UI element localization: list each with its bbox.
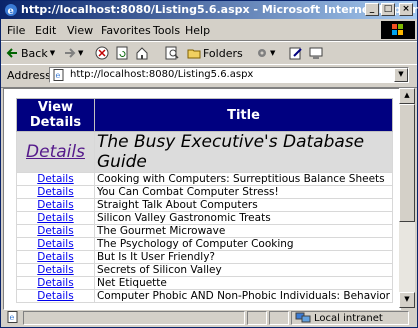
table-row: Details Net Etiquette (16, 276, 394, 290)
column-header-view-details: View Details (16, 98, 95, 132)
menu-edit[interactable]: Edit (35, 24, 56, 37)
window-title: http://localhost:8080/Listing5.6.aspx - … (21, 3, 418, 16)
edit-page-button[interactable] (289, 45, 303, 61)
forward-dropdown-icon: ▼ (78, 49, 84, 57)
tools-icon (258, 49, 266, 57)
book-title: The Gourmet Microwave (93, 224, 394, 238)
ie-logo-icon: e (5, 4, 17, 17)
address-label: Address (7, 69, 51, 82)
discuss-icon (309, 47, 323, 59)
scroll-up-button[interactable]: ▲ (399, 88, 415, 104)
forward-arrow-icon (65, 48, 76, 58)
tools-toolbar-button[interactable]: ▼ (255, 45, 275, 61)
svg-text:e: e (8, 6, 14, 17)
table-row: Details The Psychology of Computer Cookin… (16, 237, 394, 251)
zone-cell: Local intranet (291, 311, 409, 325)
folders-label: Folders (203, 46, 243, 60)
forward-button[interactable]: ▼ (63, 45, 83, 61)
home-button[interactable] (135, 45, 149, 61)
books-datagrid: View Details Title Details The Busy Exec… (16, 98, 394, 303)
page-content: View Details Title Details The Busy Exec… (3, 88, 401, 310)
status-cell-2 (269, 311, 289, 325)
status-cell-1 (247, 311, 267, 325)
details-link[interactable]: Details (16, 198, 95, 212)
book-title: Cooking with Computers: Surreptitious Ba… (93, 172, 394, 186)
back-arrow-icon (6, 48, 17, 58)
local-intranet-icon (295, 312, 311, 323)
maximize-button[interactable]: □ (381, 3, 395, 16)
page-icon: e (53, 69, 64, 81)
folders-icon (187, 49, 201, 59)
status-text-cell (23, 311, 245, 325)
details-link[interactable]: Details (16, 237, 95, 251)
back-dropdown-icon: ▼ (49, 49, 56, 57)
scroll-down-button[interactable]: ▼ (399, 292, 415, 308)
menu-help[interactable]: Help (185, 24, 210, 37)
menu-tools[interactable]: Tools (153, 24, 180, 37)
toolbar: Back ▼ ▼ Folders ▼ (1, 41, 417, 65)
vertical-scrollbar[interactable]: ▲ ▼ (399, 88, 415, 308)
page-status-icon: e (7, 311, 18, 323)
svg-text:e: e (56, 71, 61, 80)
search-button[interactable] (165, 45, 179, 61)
details-link[interactable]: Details (16, 250, 95, 264)
folders-button[interactable]: Folders (187, 45, 243, 61)
minimize-button[interactable]: _ (365, 3, 379, 16)
details-link-selected[interactable]: Details (16, 131, 95, 173)
table-row: Details Silicon Valley Gastronomic Treats (16, 211, 394, 225)
title-bar[interactable]: e http://localhost:8080/Listing5.6.aspx … (1, 1, 418, 19)
discuss-button[interactable] (309, 45, 323, 61)
table-row: Details But Is It User Friendly? (16, 250, 394, 264)
details-link[interactable]: Details (16, 276, 95, 290)
book-title: Straight Talk About Computers (93, 198, 394, 212)
selected-title: The Busy Executive's Database Guide (93, 131, 394, 173)
table-row: Details The Gourmet Microwave (16, 224, 394, 238)
edit-icon (289, 47, 302, 60)
refresh-icon (116, 46, 128, 60)
table-row: Details You Can Combat Computer Stress! (16, 185, 394, 199)
address-url: http://localhost:8080/Listing5.6.aspx (70, 69, 254, 80)
selected-row: Details The Busy Executive's Database Gu… (16, 131, 394, 173)
refresh-button[interactable] (115, 45, 129, 61)
book-title: But Is It User Friendly? (93, 250, 394, 264)
scrollbar-thumb[interactable] (399, 104, 415, 222)
book-title: Computer Phobic AND Non-Phobic Individua… (93, 289, 394, 303)
details-link[interactable]: Details (16, 185, 95, 199)
table-row: Details Straight Talk About Computers (16, 198, 394, 212)
browser-window: e http://localhost:8080/Listing5.6.aspx … (0, 0, 418, 328)
back-button[interactable]: Back ▼ (5, 45, 55, 61)
book-title: You Can Combat Computer Stress! (93, 185, 394, 199)
details-link[interactable]: Details (16, 211, 95, 225)
details-link[interactable]: Details (16, 224, 95, 238)
address-input[interactable]: e http://localhost:8080/Listing5.6.aspx … (49, 67, 409, 83)
book-title: Net Etiquette (93, 276, 394, 290)
zone-label: Local intranet (314, 313, 383, 324)
back-label: Back (21, 46, 48, 60)
svg-text:e: e (10, 313, 15, 322)
windows-logo-icon (381, 21, 415, 39)
details-link[interactable]: Details (16, 172, 95, 186)
status-bar: e Local intranet (1, 309, 417, 327)
table-row: Details Cooking with Computers: Surreptit… (16, 172, 394, 186)
column-header-title: Title (93, 98, 394, 132)
menu-view[interactable]: View (67, 24, 93, 37)
menu-file[interactable]: File (7, 24, 25, 37)
menu-bar: File Edit View Favorites Tools Help (1, 20, 417, 41)
home-icon (136, 47, 148, 60)
stop-icon (95, 46, 109, 60)
stop-button[interactable] (95, 45, 109, 61)
book-title: Secrets of Silicon Valley (93, 263, 394, 277)
menu-favorites[interactable]: Favorites (101, 24, 151, 37)
address-dropdown-button[interactable]: ▼ (394, 68, 408, 82)
address-bar: Address e http://localhost:8080/Listing5… (1, 64, 417, 88)
details-link[interactable]: Details (16, 263, 95, 277)
table-row: Details Computer Phobic AND Non-Phobic In… (16, 289, 394, 303)
table-row: Details Secrets of Silicon Valley (16, 263, 394, 277)
search-icon (165, 46, 179, 60)
close-button[interactable]: × (399, 3, 413, 16)
book-title: The Psychology of Computer Cooking (93, 237, 394, 251)
details-link[interactable]: Details (16, 289, 95, 303)
tools-dropdown-icon: ▼ (270, 49, 276, 57)
book-title: Silicon Valley Gastronomic Treats (93, 211, 394, 225)
